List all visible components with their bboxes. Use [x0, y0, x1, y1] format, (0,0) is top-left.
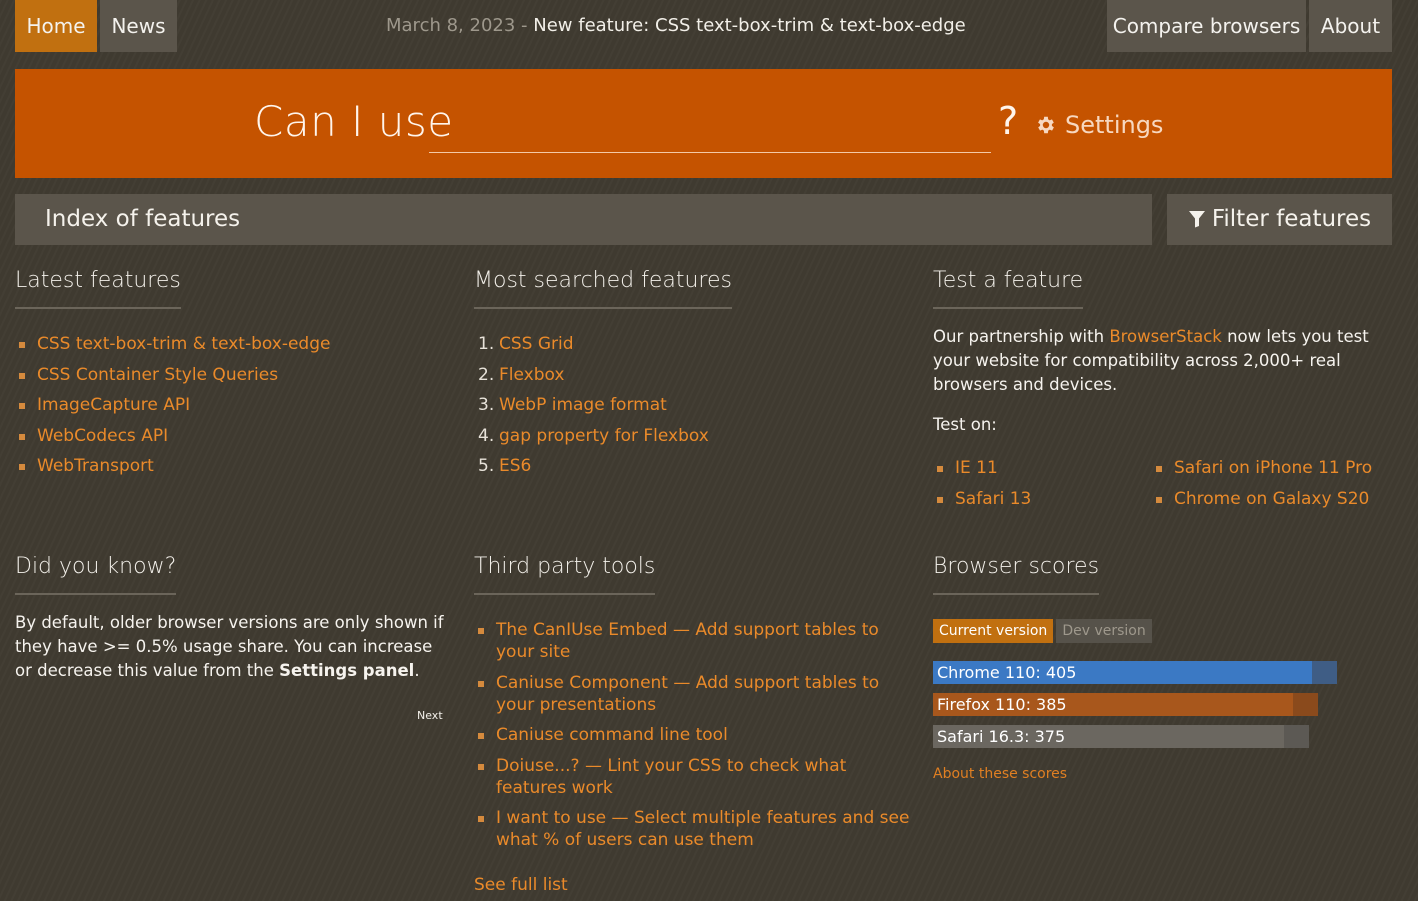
settings-label: Settings — [1065, 111, 1164, 139]
most-searched-link[interactable]: CSS Grid — [499, 334, 574, 354]
test-target-link[interactable]: Chrome on Galaxy S20 — [1174, 489, 1369, 509]
third-party-link[interactable]: The CanIUse Embed — Add support tables t… — [496, 620, 879, 662]
latest-feature-link[interactable]: WebTransport — [37, 456, 154, 476]
list-item: Chrome on Galaxy S20 — [1152, 488, 1382, 510]
tab-current-version[interactable]: Current version — [933, 619, 1054, 643]
third-party-link[interactable]: Doiuse...? — Lint your CSS to check what… — [496, 756, 846, 798]
third-party-link[interactable]: Caniuse Component — Add support tables t… — [496, 673, 879, 715]
most-searched-link[interactable]: Flexbox — [499, 365, 564, 385]
score-bar-label: Chrome 110: 405 — [937, 663, 1077, 682]
test-target-link[interactable]: Safari 13 — [955, 489, 1031, 509]
latest-features-list: CSS text-box-trim & text-box-edge CSS Co… — [15, 333, 460, 477]
announcement-date: March 8, 2023 — [386, 15, 516, 36]
most-searched-link[interactable]: WebP image format — [499, 395, 667, 415]
list-item: 2. Flexbox — [474, 364, 919, 386]
test-feature-heading: Test a feature — [933, 268, 1084, 309]
test-target-link[interactable]: IE 11 — [955, 458, 998, 478]
nav-news-link[interactable]: News — [100, 0, 177, 52]
text: . — [414, 661, 420, 680]
latest-feature-link[interactable]: WebCodecs API — [37, 426, 168, 446]
third-party-link[interactable]: I want to use — Select multiple features… — [496, 808, 909, 850]
test-targets-right: Safari on iPhone 11 Pro Chrome on Galaxy… — [1152, 457, 1382, 518]
score-bar-label: Firefox 110: 385 — [937, 695, 1067, 714]
did-you-know-heading: Did you know? — [15, 554, 177, 595]
index-of-features-link[interactable]: Index of features — [45, 206, 240, 232]
most-searched-link[interactable]: ES6 — [499, 456, 531, 476]
next-tip-link[interactable]: Next — [417, 709, 443, 722]
list-item: The CanIUse Embed — Add support tables t… — [474, 619, 919, 663]
list-number: 2. — [478, 364, 495, 385]
see-full-list-link[interactable]: See full list — [474, 875, 919, 895]
list-item: Caniuse command line tool — [474, 724, 919, 746]
third-party-link[interactable]: Caniuse command line tool — [496, 725, 728, 745]
test-feature-text: Our partnership with BrowserStack now le… — [933, 325, 1378, 397]
index-bar: Index of features — [15, 194, 1152, 245]
latest-features-heading: Latest features — [15, 268, 181, 309]
test-feature-section: Test a feature Our partnership with Brow… — [933, 268, 1378, 509]
list-item: I want to use — Select multiple features… — [474, 807, 919, 851]
list-item: 1. CSS Grid — [474, 333, 919, 355]
test-on-label: Test on: — [933, 415, 997, 434]
latest-feature-link[interactable]: CSS Container Style Queries — [37, 365, 278, 385]
list-item: WebCodecs API — [15, 425, 460, 447]
list-item: CSS text-box-trim & text-box-edge — [15, 333, 460, 355]
browser-scores-section: Browser scores — [933, 554, 1378, 595]
list-item: IE 11 — [933, 457, 1153, 479]
top-navigation: Home News March 8, 2023 - New feature: C… — [0, 0, 1418, 52]
gear-icon — [1038, 116, 1054, 134]
search-hero: Can I use ? Settings — [15, 69, 1392, 178]
nav-compare-browsers-link[interactable]: Compare browsers — [1107, 0, 1306, 52]
site-title: Can I use — [254, 97, 454, 146]
announcement-separator: - — [515, 15, 534, 36]
list-item: Safari 13 — [933, 488, 1153, 510]
list-item: 4. gap property for Flexbox — [474, 425, 919, 447]
most-searched-link[interactable]: gap property for Flexbox — [499, 426, 709, 446]
settings-panel-bold: Settings panel — [279, 661, 415, 680]
filter-icon — [1188, 211, 1205, 228]
most-searched-section: Most searched features 1. CSS Grid 2. Flex… — [474, 268, 919, 486]
announcement: March 8, 2023 - New feature: CSS text-bo… — [386, 0, 966, 52]
third-party-heading: Third party tools — [474, 554, 656, 595]
latest-feature-link[interactable]: CSS text-box-trim & text-box-edge — [37, 334, 330, 354]
list-item: 5. ES6 — [474, 455, 919, 477]
list-item: WebTransport — [15, 455, 460, 477]
most-searched-list: 1. CSS Grid 2. Flexbox 3. WebP image format… — [474, 333, 919, 477]
list-number: 1. — [478, 334, 495, 354]
score-bar-label: Safari 16.3: 375 — [937, 727, 1066, 746]
nav-home-link[interactable]: Home — [15, 0, 97, 52]
list-item: Safari on iPhone 11 Pro — [1152, 457, 1382, 479]
settings-button[interactable]: Settings — [1035, 111, 1163, 139]
list-number: 3. — [478, 395, 495, 415]
browserstack-link[interactable]: BrowserStack — [1109, 327, 1222, 346]
about-scores-link[interactable]: About these scores — [933, 766, 1067, 782]
feature-search-input[interactable] — [429, 102, 991, 153]
list-item: Caniuse Component — Add support tables t… — [474, 672, 919, 716]
tab-dev-version[interactable]: Dev version — [1056, 619, 1152, 643]
list-item: Doiuse...? — Lint your CSS to check what… — [474, 755, 919, 799]
nav-about-link[interactable]: About — [1309, 0, 1392, 52]
list-item: 3. WebP image format — [474, 394, 919, 416]
latest-feature-link[interactable]: ImageCapture API — [37, 395, 190, 415]
list-item: CSS Container Style Queries — [15, 364, 460, 386]
list-number: 5. — [478, 456, 495, 476]
latest-features-section: Latest features CSS text-box-trim & text… — [15, 268, 460, 486]
question-mark: ? — [998, 99, 1019, 143]
did-you-know-section: Did you know? By default, older browser … — [15, 554, 445, 683]
text: Our partnership with — [933, 327, 1110, 346]
filter-features-label: Filter features — [1211, 206, 1372, 232]
list-number: 4. — [478, 425, 495, 446]
score-version-tabs: Current version Dev version — [933, 619, 1155, 643]
third-party-list: The CanIUse Embed — Add support tables t… — [474, 619, 919, 851]
test-targets-left: IE 11 Safari 13 — [933, 457, 1153, 518]
announcement-link[interactable]: New feature: CSS text-box-trim & text-bo… — [533, 15, 965, 36]
list-item: ImageCapture API — [15, 394, 460, 416]
filter-features-button[interactable]: Filter features — [1167, 194, 1392, 245]
did-you-know-text: By default, older browser versions are o… — [15, 611, 445, 683]
most-searched-heading: Most searched features — [474, 268, 732, 309]
third-party-tools-section: Third party tools The CanIUse Embed — Ad… — [474, 554, 919, 895]
browser-scores-heading: Browser scores — [933, 554, 1100, 595]
test-target-link[interactable]: Safari on iPhone 11 Pro — [1174, 458, 1372, 478]
